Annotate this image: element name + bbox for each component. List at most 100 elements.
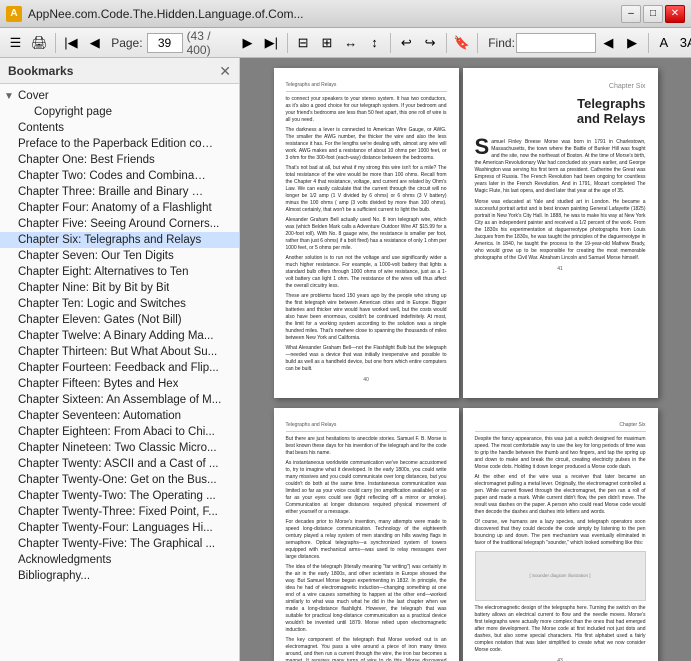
sidebar-item-ch4[interactable]: Chapter Four: Anatomy of a Flashlight [0, 200, 239, 216]
sidebar-item-ch6[interactable]: Chapter Six: Telegraphs and Relays [0, 232, 239, 248]
sidebar-item-ch16[interactable]: Chapter Sixteen: An Assemblage of M... [0, 392, 239, 408]
sidebar-item-label: Chapter Six: Telegraphs and Relays [18, 234, 201, 246]
sidebar-item-ch9[interactable]: Chapter Nine: Bit by Bit by Bit [0, 280, 239, 296]
rotate-right-button[interactable]: ↪ [419, 31, 442, 55]
sidebar-item-label: Chapter Twenty: ASCII and a Cast of ... [18, 458, 219, 470]
page-body-text-6: These are problems faced 150 years ago b… [286, 293, 447, 342]
right-page-header-2: Chapter Six [475, 422, 646, 432]
sidebar-item-ch12[interactable]: Chapter Twelve: A Binary Adding Ma... [0, 328, 239, 344]
page-label: Page: [111, 36, 142, 50]
page-number-input[interactable] [147, 33, 183, 53]
separator-2 [287, 33, 288, 53]
sidebar-item-label: Chapter Three: Braille and Binary Co... [18, 186, 208, 198]
sidebar-item-label: Chapter Twenty-Five: The Graphical ... [18, 538, 215, 550]
sidebar-item-ch22[interactable]: Chapter Twenty-Two: The Operating ... [0, 488, 239, 504]
sidebar-item-label: Chapter Eleven: Gates (Not Bill) [18, 314, 182, 326]
sidebar-item-label: Chapter Ten: Logic and Switches [18, 298, 186, 310]
print-button[interactable]: 🖨 [28, 31, 51, 55]
sidebar-item-label: Chapter Twelve: A Binary Adding Ma... [18, 330, 213, 342]
sidebar-item-ch23[interactable]: Chapter Twenty-Three: Fixed Point, F... [0, 504, 239, 520]
menu-button[interactable]: ☰ [4, 31, 27, 55]
maximize-button[interactable]: □ [643, 5, 663, 23]
sidebar-item-ch21[interactable]: Chapter Twenty-One: Get on the Bus... [0, 472, 239, 488]
sidebar-item-ch5[interactable]: Chapter Five: Seeing Around Corners... [0, 216, 239, 232]
sidebar-item-cover[interactable]: ▼ Cover [0, 88, 239, 104]
left-page-body-2: As instantaneous worldwide communication… [286, 460, 447, 516]
separator-4 [446, 33, 447, 53]
separator-1 [55, 33, 56, 53]
sidebar-item-ch7[interactable]: Chapter Seven: Our Ten Digits [0, 248, 239, 264]
sidebar-item-ack[interactable]: Acknowledgments [0, 552, 239, 568]
sidebar-item-ch8[interactable]: Chapter Eight: Alternatives to Ten [0, 264, 239, 280]
left-page-body-5: The key component of the telegraph that … [286, 637, 447, 661]
sidebar-item-ch1[interactable]: Chapter One: Best Friends [0, 152, 239, 168]
page-body-text: to connect your speakers to your stereo … [286, 96, 447, 124]
book-page-right-2: Chapter Six Despite the fancy appearance… [463, 408, 658, 661]
minimize-button[interactable]: – [621, 5, 641, 23]
sidebar-item-ch15[interactable]: Chapter Fifteen: Bytes and Hex [0, 376, 239, 392]
sidebar-item-ch10[interactable]: Chapter Ten: Logic and Switches [0, 296, 239, 312]
right-page-body-1: Despite the fancy appearance, this was j… [475, 436, 646, 471]
bookmark-button[interactable]: 🔖 [450, 31, 473, 55]
sidebar-item-ch14[interactable]: Chapter Fourteen: Feedback and Flip... [0, 360, 239, 376]
drop-cap: S [475, 139, 490, 156]
extra-button[interactable]: 3A [676, 31, 691, 55]
sidebar-item-label: Chapter Twenty-Three: Fixed Point, F... [18, 506, 218, 518]
sidebar-item-ch13[interactable]: Chapter Thirteen: But What About Su... [0, 344, 239, 360]
page-body-text-7: What Alexander Graham Bell—not the Flash… [286, 345, 447, 373]
find-next-button[interactable]: ▶ [621, 31, 644, 55]
sidebar-item-ch17[interactable]: Chapter Seventeen: Automation [0, 408, 239, 424]
toolbar: ☰ 🖨 |◀ ◀ Page: (43 / 400) ▶ ▶| ⊟ ⊞ ↔ ↕ ↩… [0, 28, 691, 58]
toolbar-buttons: ☰ 🖨 |◀ ◀ Page: (43 / 400) ▶ ▶| ⊟ ⊞ ↔ ↕ ↩… [4, 29, 691, 57]
next-page-button[interactable]: ▶ [236, 31, 259, 55]
tree-arrow-ch1 [4, 155, 18, 166]
chapter-six-header: Chapter Six [475, 82, 646, 92]
chapter-six-title: Telegraphs and Relays [475, 96, 646, 127]
book-page-right-1: Chapter Six Telegraphs and Relays S amue… [463, 68, 658, 398]
sidebar-item-ch25[interactable]: Chapter Twenty-Five: The Graphical ... [0, 536, 239, 552]
sidebar-item-label: Contents [18, 122, 64, 134]
page-spread-2: Telegraphs and Relays But there are just… [274, 408, 658, 661]
find-label: Find: [488, 36, 515, 50]
sidebar-item-ch2[interactable]: Chapter Two: Codes and Combinatio... [0, 168, 239, 184]
fit-page-button[interactable]: ↕ [363, 31, 386, 55]
sidebar-item-label: Chapter Twenty-Two: The Operating ... [18, 490, 216, 502]
sidebar-close-button[interactable]: ✕ [219, 64, 231, 78]
prev-page-button[interactable]: ◀ [83, 31, 106, 55]
left-page-header-2: Telegraphs and Relays [286, 422, 447, 432]
sidebar-item-ch24[interactable]: Chapter Twenty-Four: Languages Hi... [0, 520, 239, 536]
page-view[interactable]: Telegraphs and Relays to connect your sp… [240, 58, 691, 661]
sidebar-item-ch11[interactable]: Chapter Eleven: Gates (Not Bill) [0, 312, 239, 328]
sidebar-item-copyright[interactable]: Copyright page [0, 104, 239, 120]
text-mode-button[interactable]: A [652, 31, 675, 55]
chapter-intro-text: S amuel Finley Breese Morse was born in … [475, 139, 646, 195]
sidebar-item-ch19[interactable]: Chapter Nineteen: Two Classic Micro... [0, 440, 239, 456]
main-area: Bookmarks ✕ ▼ Cover Copyright page Conte… [0, 58, 691, 661]
sidebar-item-label: Chapter Four: Anatomy of a Flashlight [18, 202, 212, 214]
title-bar: A AppNee.com.Code.The.Hidden.Language.of… [0, 0, 691, 28]
app-icon: A [6, 6, 22, 22]
left-page-body-1: But there are just hesitations to anecdo… [286, 436, 447, 457]
zoom-out-button[interactable]: ⊟ [292, 31, 315, 55]
find-input[interactable] [516, 33, 596, 53]
last-page-button[interactable]: ▶| [260, 31, 283, 55]
window-controls[interactable]: – □ ✕ [621, 5, 685, 23]
rotate-left-button[interactable]: ↩ [395, 31, 418, 55]
sounder-diagram: [ Sounder diagram illustration ] [475, 551, 646, 601]
sidebar-item-bib[interactable]: Bibliography... [0, 568, 239, 584]
sidebar-content[interactable]: ▼ Cover Copyright page Contents Preface … [0, 84, 239, 661]
close-button[interactable]: ✕ [665, 5, 685, 23]
fit-width-button[interactable]: ↔ [339, 31, 362, 55]
find-prev-button[interactable]: ◀ [597, 31, 620, 55]
zoom-in-button[interactable]: ⊞ [315, 31, 338, 55]
sidebar-item-contents[interactable]: Contents [0, 120, 239, 136]
sidebar-item-label: Chapter Seventeen: Automation [18, 410, 181, 422]
tree-arrow-contents [4, 123, 18, 134]
sidebar-item-preface[interactable]: Preface to the Paperback Edition code (k… [0, 136, 239, 152]
sidebar-item-ch18[interactable]: Chapter Eighteen: From Abaci to Chi... [0, 424, 239, 440]
sidebar-item-ch3[interactable]: Chapter Three: Braille and Binary Co... [0, 184, 239, 200]
first-page-button[interactable]: |◀ [60, 31, 83, 55]
sidebar-item-label: Chapter Nineteen: Two Classic Micro... [18, 442, 217, 454]
sidebar-item-ch20[interactable]: Chapter Twenty: ASCII and a Cast of ... [0, 456, 239, 472]
sidebar-item-label: Chapter Fifteen: Bytes and Hex [18, 378, 178, 390]
